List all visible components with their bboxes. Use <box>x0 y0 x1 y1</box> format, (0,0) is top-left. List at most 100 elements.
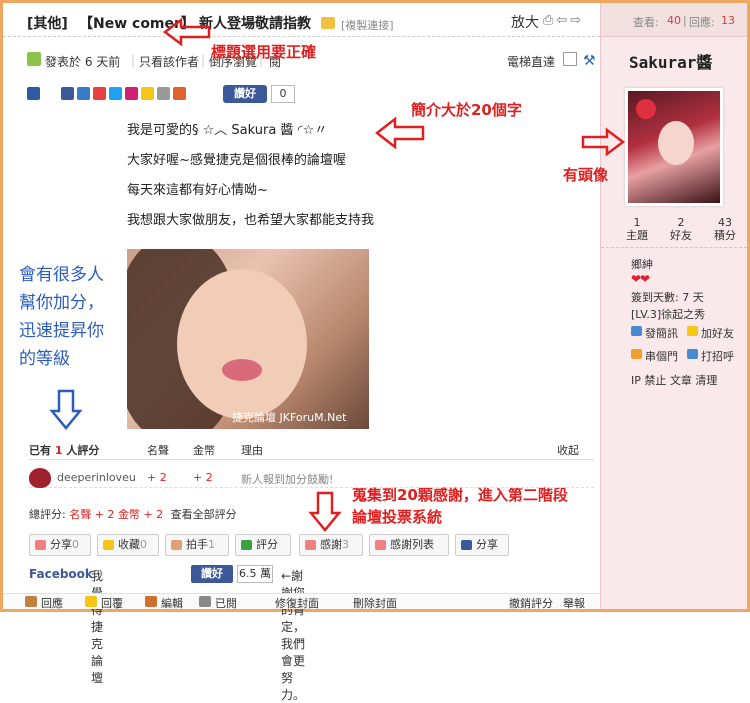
facebook-share-button[interactable]: 分享 <box>455 534 509 556</box>
plurk-p-icon[interactable] <box>125 87 138 100</box>
only-author-link[interactable]: 只看該作者 <box>139 53 199 70</box>
post-photo[interactable]: 捷克論壇 JKForuM.Net <box>127 249 369 429</box>
author-counts: 1 主題 2 好友 43 積分 <box>601 216 747 248</box>
like-count: 0 <box>271 85 295 103</box>
post-category[interactable]: [其他] <box>27 13 68 33</box>
divider: | <box>201 53 206 67</box>
report-link[interactable]: 舉報 <box>563 595 585 611</box>
annotation-vote-tip: 論壇投票系統 <box>352 508 443 526</box>
add-friend-icon <box>687 326 698 336</box>
wrench-icon[interactable]: ⚒ <box>583 53 596 69</box>
photo-watermark: 捷克論壇 JKForuM.Net <box>232 411 347 424</box>
rating-header: 已有 1 人評分 名聲 金幣 理由 收起 <box>29 440 594 460</box>
thanks-list-button[interactable]: 感謝列表 <box>369 534 449 556</box>
edit-icon <box>145 596 157 607</box>
badge-icon <box>321 17 335 29</box>
admin-links[interactable]: IP 禁止 文章 清理 <box>631 372 717 388</box>
star-icon[interactable] <box>141 87 154 100</box>
plurk-share-icon[interactable] <box>77 87 90 100</box>
facebook-like-button[interactable]: 讚好 <box>191 565 233 583</box>
heart-icon <box>35 540 46 550</box>
twitter-share-icon[interactable] <box>109 87 122 100</box>
search-icon <box>199 596 211 607</box>
rater-fame: + 2 <box>147 471 167 484</box>
greet-icon <box>687 349 698 359</box>
annotation-title-tip: 標題選用要正確 <box>211 43 317 61</box>
greet-link[interactable]: 打招呼 <box>687 348 734 364</box>
reply-link[interactable]: 回應 <box>41 595 63 611</box>
count-threads[interactable]: 1 主題 <box>613 216 661 242</box>
check-icon <box>241 540 252 550</box>
arrow-down-icon <box>308 491 342 532</box>
collapse-link[interactable]: 收起 <box>557 442 579 458</box>
mail-icon[interactable] <box>157 87 170 100</box>
author-level: [LV.3]徐起之秀 <box>631 308 706 321</box>
arrow-right-icon <box>581 127 625 157</box>
favorite-button[interactable]: 收藏0 <box>97 534 159 556</box>
revoke-rating-link[interactable]: 撤銷評分 <box>509 595 553 611</box>
user-avatar[interactable] <box>29 468 51 488</box>
arrow-left-icon <box>375 116 425 150</box>
home-icon <box>631 349 642 359</box>
reply-quote-link[interactable]: 回覆 <box>101 595 123 611</box>
edit-link[interactable]: 編輯 <box>161 595 183 611</box>
facebook-text: 我覺得捷克論壇 <box>91 569 104 685</box>
send-message-link[interactable]: 發簡訊 <box>631 325 678 341</box>
rating-count-label: 已有 1 人評分 <box>29 444 100 457</box>
heart-icon <box>305 540 316 550</box>
star-icon <box>103 540 114 550</box>
copy-link[interactable]: [複製連接] <box>341 17 394 33</box>
author-sidebar: 查看: 40 | 回應: 13 Sakurar醬 1 主題 2 好友 43 積分 鄉紳… <box>563 3 747 609</box>
plus-share-icon[interactable] <box>173 87 186 100</box>
arrow-left-icon <box>163 17 211 47</box>
nav-icons[interactable]: ⎙⇦⇨ <box>543 13 584 28</box>
count-friends[interactable]: 2 好友 <box>657 216 705 242</box>
visit-link[interactable]: 串個門 <box>631 348 678 364</box>
clap-button[interactable]: 拍手1 <box>165 534 229 556</box>
facebook-share-icon[interactable] <box>61 87 74 100</box>
rater-reason: 新人報到加分鼓勵! <box>241 473 334 486</box>
weibo-share-icon[interactable] <box>93 87 106 100</box>
col-fame: 名聲 <box>147 444 169 457</box>
heart-icon <box>375 540 386 550</box>
divider: | <box>131 53 136 67</box>
post-main: [其他] 【New comer】 新人登場敬請指教 [複製連接] 放大 ⎙⇦⇨ … <box>3 3 600 702</box>
arrow-down-icon <box>49 389 83 430</box>
rater-gold: + 2 <box>193 471 213 484</box>
zoom-link[interactable]: 放大 <box>511 12 539 32</box>
divider: | <box>683 14 687 27</box>
mail-icon <box>631 326 642 336</box>
post-line: 我想跟大家做朋友，也希望大家都能支持我 <box>127 213 375 228</box>
views-label: 查看: <box>633 16 659 29</box>
author-avatar[interactable] <box>625 88 723 206</box>
col-reason: 理由 <box>241 444 263 457</box>
col-gold: 金幣 <box>193 444 215 457</box>
reply-quote-icon <box>85 596 97 607</box>
thanks-button[interactable]: 感謝3 <box>299 534 363 556</box>
reply-icon <box>25 596 37 607</box>
post-line: 每天來這都有好心情呦~ <box>127 183 268 198</box>
checkin-days: 簽到天數: 7 天 <box>631 291 704 304</box>
total-score: 總評分: 名聲 + 2 金幣 + 2 查看全部評分 <box>29 508 237 521</box>
view-all-ratings-link[interactable]: 查看全部評分 <box>171 508 237 521</box>
elevator-input[interactable] <box>563 52 577 66</box>
clap-icon <box>171 540 182 550</box>
like-button[interactable]: 讚好 <box>223 85 267 103</box>
rate-button[interactable]: 評分 <box>235 534 291 556</box>
elevator-label: 電梯直達 <box>507 55 556 69</box>
table-row: deeperinloveu + 2 + 2 新人報到加分鼓勵! <box>29 468 594 488</box>
replies-count: 13 <box>721 14 735 27</box>
remove-cover-link[interactable]: 刪除封面 <box>353 595 397 611</box>
author-name[interactable]: Sakurar醬 <box>629 49 712 73</box>
facebook-brand: Facebook <box>29 567 93 581</box>
rater-name[interactable]: deeperinloveu <box>57 471 136 484</box>
annotation-intro-tip: 簡介大於20個字 <box>411 101 522 119</box>
add-friend-link[interactable]: 加好友 <box>687 325 734 341</box>
read-link[interactable]: 已閱 <box>215 595 237 611</box>
post-line: 我是可愛的§ ☆︿ Sakura 醬 ◜☆〃 <box>127 123 328 138</box>
post-line: 大家好喔~感覺捷克是個很棒的論壇喔 <box>127 153 346 168</box>
ad-icon <box>27 87 40 100</box>
count-points[interactable]: 43 積分 <box>701 216 749 242</box>
share-button[interactable]: 分享0 <box>29 534 91 556</box>
fix-cover-link[interactable]: 修復封面 <box>275 595 319 611</box>
